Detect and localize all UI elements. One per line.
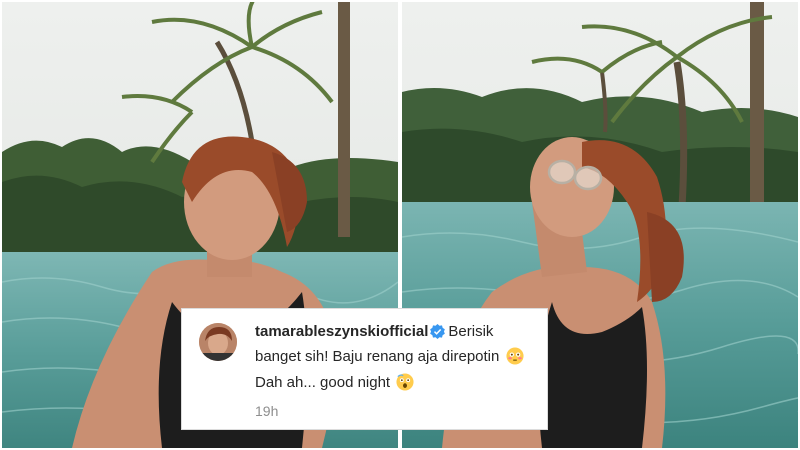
comment-username[interactable]: tamarableszynskiofficial (255, 323, 428, 340)
flushed-face-emoji-icon (505, 347, 524, 372)
comment-text-part2: Dah ah... good night (255, 374, 391, 391)
astonished-face-emoji-icon (396, 373, 414, 398)
verified-badge-icon (430, 324, 446, 346)
avatar-image (199, 323, 237, 361)
comment-body: tamarableszynskiofficial Berisik banget s… (255, 321, 540, 398)
comment-timestamp: 19h (255, 403, 279, 419)
collage: tamarableszynskiofficial Berisik banget s… (0, 0, 800, 450)
avatar[interactable] (199, 323, 237, 361)
instagram-comment-card: tamarableszynskiofficial Berisik banget s… (181, 308, 548, 430)
